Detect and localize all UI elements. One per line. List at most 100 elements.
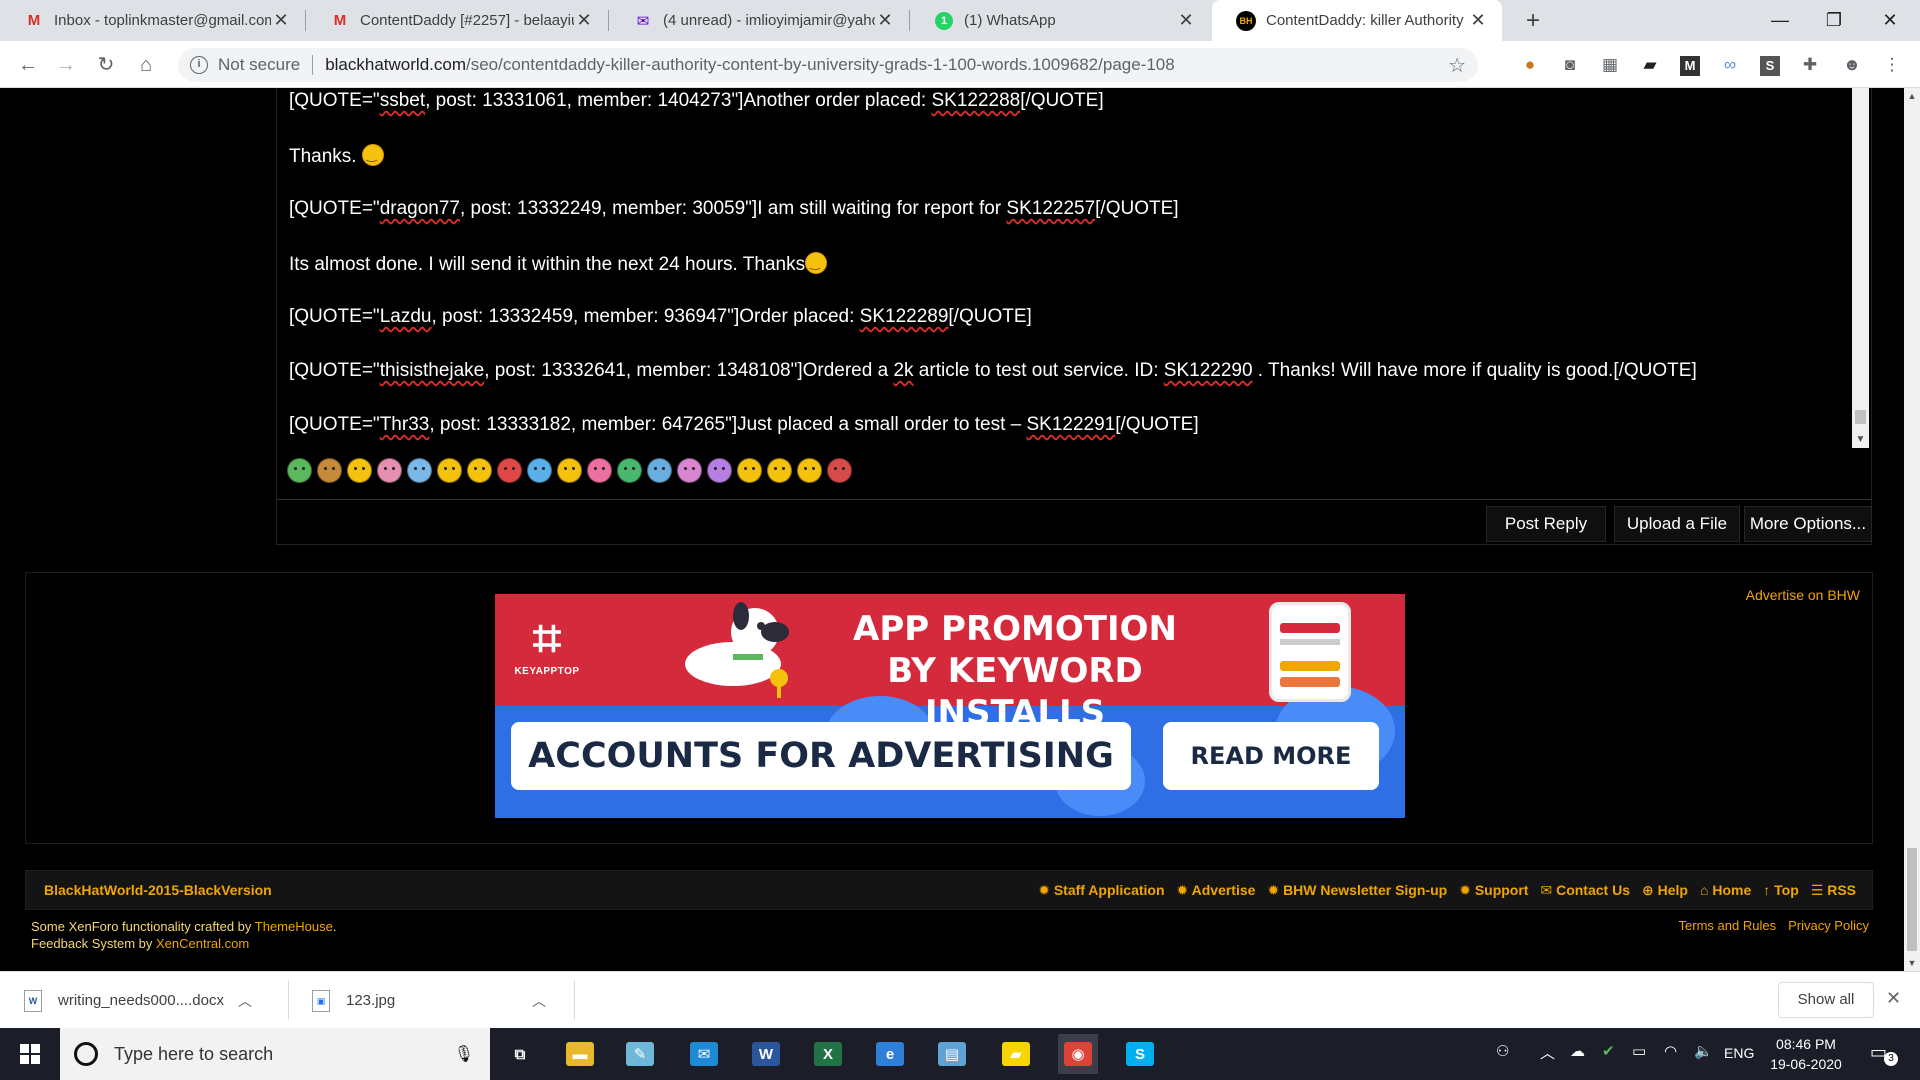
smiley-insert-icon[interactable] [647,458,672,483]
page-scrollbar[interactable]: ▲ ▼ [1904,88,1920,971]
home-icon[interactable]: ⌂ [132,51,160,79]
excel-taskbar-icon[interactable]: X [808,1034,848,1074]
smiley-insert-icon[interactable] [767,458,792,483]
chrome-taskbar-icon[interactable]: ◉ [1058,1034,1098,1074]
footer-link-staff-application[interactable]: ✹ Staff Application [1038,882,1164,899]
microphone-icon[interactable]: 🎙 [454,1044,474,1064]
remote-desktop-taskbar-icon[interactable]: ▤ [932,1034,972,1074]
smiley-insert-icon[interactable] [797,458,822,483]
language-indicator[interactable]: ENG [1724,1045,1754,1061]
themehouse-link[interactable]: ThemeHouse [255,919,333,934]
back-arrow-icon[interactable]: ← [14,51,42,79]
reply-editor[interactable]: [QUOTE="ssbet, post: 13331061, member: 1… [277,88,1871,448]
camera-extension-icon[interactable]: ◙ [1558,53,1582,77]
word-taskbar-icon[interactable]: W [746,1034,786,1074]
smiley-insert-icon[interactable] [287,458,312,483]
scrollbar-thumb[interactable] [1907,848,1917,951]
scroll-down-arrow-icon[interactable]: ▼ [1904,955,1920,971]
profile-icon[interactable]: ☻ [1840,53,1864,77]
smiley-insert-icon[interactable] [527,458,552,483]
close-tab-icon[interactable]: ✕ [1468,10,1488,31]
more-options-button[interactable]: More Options... [1744,506,1872,542]
footer-link-rss[interactable]: ☰ RSS [1811,882,1856,899]
maximize-button[interactable]: ❐ [1806,0,1862,41]
download-item[interactable]: W writing_needs000....docx ︿ [24,972,274,1029]
link-extension-icon[interactable]: ∞ [1718,53,1742,77]
tab-contentdaddy-bhw[interactable]: BH ContentDaddy: killer Authority Co ✕ [1212,0,1502,41]
edge-taskbar-icon[interactable]: e [870,1034,910,1074]
smiley-insert-icon[interactable] [467,458,492,483]
show-all-button[interactable]: Show all [1778,982,1874,1018]
download-item[interactable]: ▣ 123.jpg ︿ [312,972,560,1029]
editor-scrollbar[interactable]: ▼ [1852,88,1869,448]
footer-link-contact-us[interactable]: ✉ Contact Us [1540,882,1630,899]
reload-icon[interactable]: ↻ [92,51,120,79]
privacy-link[interactable]: Privacy Policy [1788,918,1869,933]
smiley-insert-icon[interactable] [677,458,702,483]
footer-link-top[interactable]: ↑ Top [1763,882,1799,899]
people-icon[interactable]: ⚇ [1496,1042,1509,1060]
advertise-on-bhw-link[interactable]: Advertise on BHW [1746,587,1860,603]
upload-file-button[interactable]: Upload a File [1614,506,1740,542]
tab-yahoo-mail[interactable]: ✉ (4 unread) - imlioyimjamir@yahoo ✕ [609,0,909,41]
close-tab-icon[interactable]: ✕ [875,10,895,31]
menu-kebab-icon[interactable]: ⋮ [1880,53,1904,77]
minimize-button[interactable]: — [1752,0,1808,41]
skype-taskbar-icon[interactable]: S [1120,1034,1160,1074]
new-tab-button[interactable]: + [1518,6,1548,36]
chevron-up-icon[interactable]: ︿ [238,991,252,1011]
window-close-button[interactable]: ✕ [1862,0,1918,41]
footer-link-home[interactable]: ⌂ Home [1700,882,1751,899]
forward-arrow-icon[interactable]: → [52,51,80,79]
clock[interactable]: 08:46 PM 19-06-2020 [1766,1034,1846,1074]
footer-link-bhw-newsletter-sign-up[interactable]: ✹ BHW Newsletter Sign-up [1267,882,1447,899]
scroll-up-arrow-icon[interactable]: ▲ [1904,88,1920,104]
clapper-extension-icon[interactable]: ▰ [1638,53,1662,77]
security-check-icon[interactable]: ✔ [1602,1042,1615,1060]
notifications-icon[interactable]: ▭ 3 [1870,1042,1898,1066]
footer-link-advertise[interactable]: ✹ Advertise [1177,882,1256,899]
terms-link[interactable]: Terms and Rules [1679,918,1777,933]
post-reply-button[interactable]: Post Reply [1486,506,1606,542]
close-tab-icon[interactable]: ✕ [271,10,291,31]
info-icon[interactable]: i [190,56,208,74]
security-label[interactable]: Not secure [218,55,300,75]
tab-whatsapp[interactable]: 1 (1) WhatsApp ✕ [910,0,1210,41]
scroll-down-arrow-icon[interactable]: ▼ [1852,432,1869,448]
smiley-insert-icon[interactable] [737,458,762,483]
chevron-up-icon[interactable]: ︿ [532,991,546,1011]
footer-link-help[interactable]: ⊕ Help [1642,882,1688,899]
smiley-insert-icon[interactable] [407,458,432,483]
smiley-insert-icon[interactable] [437,458,462,483]
smiley-insert-icon[interactable] [347,458,372,483]
scrollbar-thumb[interactable] [1855,410,1866,424]
battery-icon[interactable]: ▭ [1632,1042,1646,1060]
tab-gmail-inbox[interactable]: M Inbox - toplinkmaster@gmail.com ✕ [0,0,305,41]
bookmark-star-icon[interactable]: ☆ [1448,53,1466,78]
start-button[interactable] [0,1028,60,1080]
close-icon[interactable]: ✕ [1886,988,1901,1009]
close-tab-icon[interactable]: ✕ [1176,10,1196,31]
smiley-insert-icon[interactable] [377,458,402,483]
smiley-insert-icon[interactable] [827,458,852,483]
mail-taskbar-icon[interactable]: ✉ [684,1034,724,1074]
cookie-extension-icon[interactable]: ● [1518,53,1542,77]
smiley-insert-icon[interactable] [587,458,612,483]
ad-banner[interactable]: ⌗ KEYAPPTOP APP PROMOTION BY KEYWORD INS… [495,594,1405,818]
grid-extension-icon[interactable]: ▦ [1598,53,1622,77]
wifi-icon[interactable]: ◠ [1664,1042,1677,1060]
m-extension-icon[interactable]: M [1678,53,1702,77]
puzzle-extensions-icon[interactable]: ✚ [1798,53,1822,77]
smiley-insert-icon[interactable] [617,458,642,483]
taskbar-search[interactable]: Type here to search 🎙 [60,1028,490,1080]
task-view-taskbar-icon[interactable]: ⧉ [500,1034,540,1074]
file-explorer-taskbar-icon[interactable]: ▬ [560,1034,600,1074]
smiley-insert-icon[interactable] [497,458,522,483]
ad-read-more-button[interactable]: READ MORE [1163,722,1379,790]
smiley-insert-icon[interactable] [707,458,732,483]
xencentral-link[interactable]: XenCentral.com [156,936,249,951]
footer-link-support[interactable]: ✹ Support [1459,882,1528,899]
smiley-insert-icon[interactable] [317,458,342,483]
address-bar[interactable]: i Not secure blackhatworld.com/seo/conte… [178,48,1478,82]
onedrive-icon[interactable]: ☁ [1570,1042,1585,1060]
